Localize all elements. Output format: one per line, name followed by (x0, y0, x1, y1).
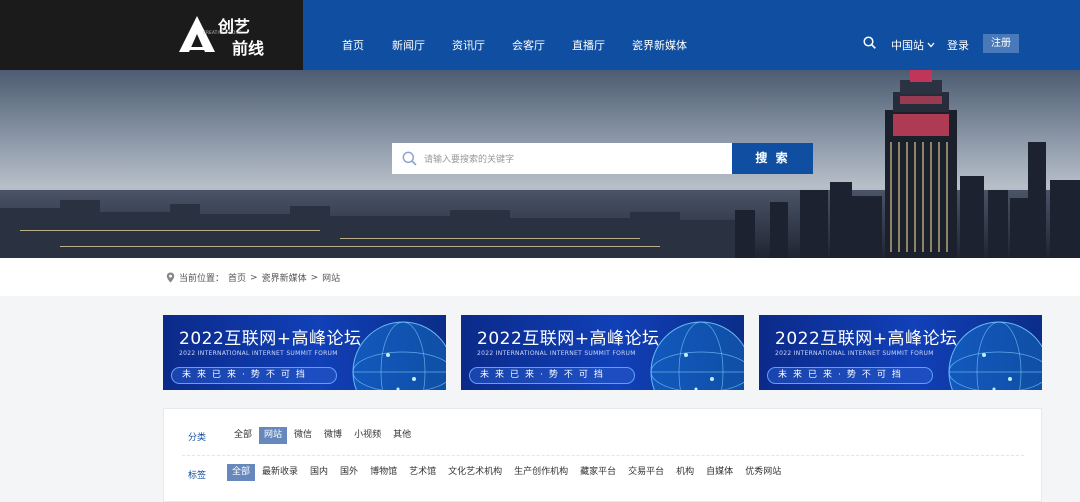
ad-subtitle: 2022 INTERNATIONAL INTERNET SUMMIT FORUM (179, 350, 338, 357)
breadcrumb-new-media[interactable]: 瓷界新媒体 (262, 271, 307, 284)
top-header: 创艺 CREATIVE FRONT 前线 首页 新闻厅 资讯厅 会客厅 直播厅 … (0, 0, 1080, 70)
nav-item-news[interactable]: 新闻厅 (392, 37, 425, 53)
search-placeholder: 请输入要搜索的关键字 (424, 155, 515, 165)
breadcrumb-sep: > (310, 272, 319, 283)
category-filter-row: 全部 网站 微信 微博 小视频 其他 (229, 427, 418, 444)
search-button[interactable]: 搜 索 (732, 143, 813, 174)
tag-chip[interactable]: 艺术馆 (404, 464, 441, 481)
nav-item-info[interactable]: 资讯厅 (452, 37, 485, 53)
nav-item-live[interactable]: 直播厅 (572, 37, 605, 53)
ad-title: 2022互联网+高峰论坛 (775, 329, 958, 349)
location-pin-icon (166, 272, 175, 283)
logo-text-line2: 前线 (232, 39, 265, 58)
tag-chip[interactable]: 文化艺术机构 (443, 464, 507, 481)
category-chip-short-video[interactable]: 小视频 (349, 427, 386, 444)
search-bar: 请输入要搜索的关键字 搜 索 (392, 143, 813, 174)
category-chip-website[interactable]: 网站 (259, 427, 288, 444)
tag-chip[interactable]: 国外 (335, 464, 363, 481)
nav-item-home[interactable]: 首页 (342, 37, 364, 53)
ad-banner[interactable]: 2022互联网+高峰论坛 2022 INTERNATIONAL INTERNET… (759, 315, 1042, 390)
category-chip-other[interactable]: 其他 (388, 427, 416, 444)
breadcrumb-current: 网站 (322, 274, 341, 284)
search-input[interactable]: 请输入要搜索的关键字 (392, 143, 732, 174)
category-chip-all[interactable]: 全部 (229, 427, 257, 444)
breadcrumb-home[interactable]: 首页 (228, 271, 246, 284)
globe-graphic-icon (352, 321, 446, 390)
tag-label: 标签 (188, 471, 207, 481)
register-button[interactable]: 注册 (983, 34, 1019, 53)
breadcrumb-sep: > (250, 272, 258, 283)
chevron-down-icon (927, 42, 935, 48)
category-chip-weibo[interactable]: 微博 (319, 427, 347, 444)
tag-chip[interactable]: 机构 (671, 464, 699, 481)
ad-banner[interactable]: 2022互联网+高峰论坛 2022 INTERNATIONAL INTERNET… (461, 315, 744, 390)
category-chip-wechat[interactable]: 微信 (289, 427, 317, 444)
region-selector[interactable]: 中国站 (891, 37, 935, 53)
search-icon (402, 151, 417, 166)
ad-title: 2022互联网+高峰论坛 (179, 329, 362, 349)
tag-chip[interactable]: 博物馆 (365, 464, 402, 481)
region-label: 中国站 (891, 39, 924, 52)
tag-chip[interactable]: 优秀网站 (740, 464, 786, 481)
nav-item-reception[interactable]: 会客厅 (512, 37, 545, 53)
hero-banner: 请输入要搜索的关键字 搜 索 (0, 70, 1080, 258)
ad-banner[interactable]: 2022互联网+高峰论坛 2022 INTERNATIONAL INTERNET… (163, 315, 446, 390)
globe-graphic-icon (948, 321, 1042, 390)
ad-subtitle: 2022 INTERNATIONAL INTERNET SUMMIT FORUM (775, 350, 934, 357)
logo[interactable]: 创艺 CREATIVE FRONT 前线 (0, 0, 303, 70)
tag-chip[interactable]: 生产创作机构 (509, 464, 573, 481)
filter-panel: 分类 全部 网站 微信 微博 小视频 其他 标签 全部 最新收录 国内 国外 博… (163, 408, 1042, 502)
breadcrumb-prefix: 当前位置： (179, 274, 225, 284)
breadcrumb: 当前位置： 首页 > 瓷界新媒体 > 网站 (166, 271, 340, 284)
ad-slogan: 未来已来·势不可挡 (767, 367, 933, 384)
tag-chip[interactable]: 藏家平台 (575, 464, 621, 481)
tag-chip[interactable]: 自媒体 (701, 464, 738, 481)
tag-chip[interactable]: 交易平台 (623, 464, 669, 481)
ad-slogan: 未来已来·势不可挡 (469, 367, 635, 384)
ad-title: 2022互联网+高峰论坛 (477, 329, 660, 349)
ad-subtitle: 2022 INTERNATIONAL INTERNET SUMMIT FORUM (477, 350, 636, 357)
ad-slogan: 未来已来·势不可挡 (171, 367, 337, 384)
tag-chip[interactable]: 最新收录 (257, 464, 303, 481)
tag-chip[interactable]: 国内 (305, 464, 333, 481)
filter-divider (182, 455, 1024, 456)
tag-filter-row: 全部 最新收录 国内 国外 博物馆 艺术馆 文化艺术机构 生产创作机构 藏家平台… (227, 464, 788, 481)
tag-chip[interactable]: 全部 (227, 464, 256, 481)
breadcrumb-bar (0, 258, 1080, 296)
login-link[interactable]: 登录 (947, 37, 969, 53)
category-label: 分类 (188, 433, 207, 443)
nav-item-new-media[interactable]: 瓷界新媒体 (632, 37, 687, 53)
globe-graphic-icon (650, 321, 744, 390)
search-icon[interactable] (863, 36, 876, 49)
